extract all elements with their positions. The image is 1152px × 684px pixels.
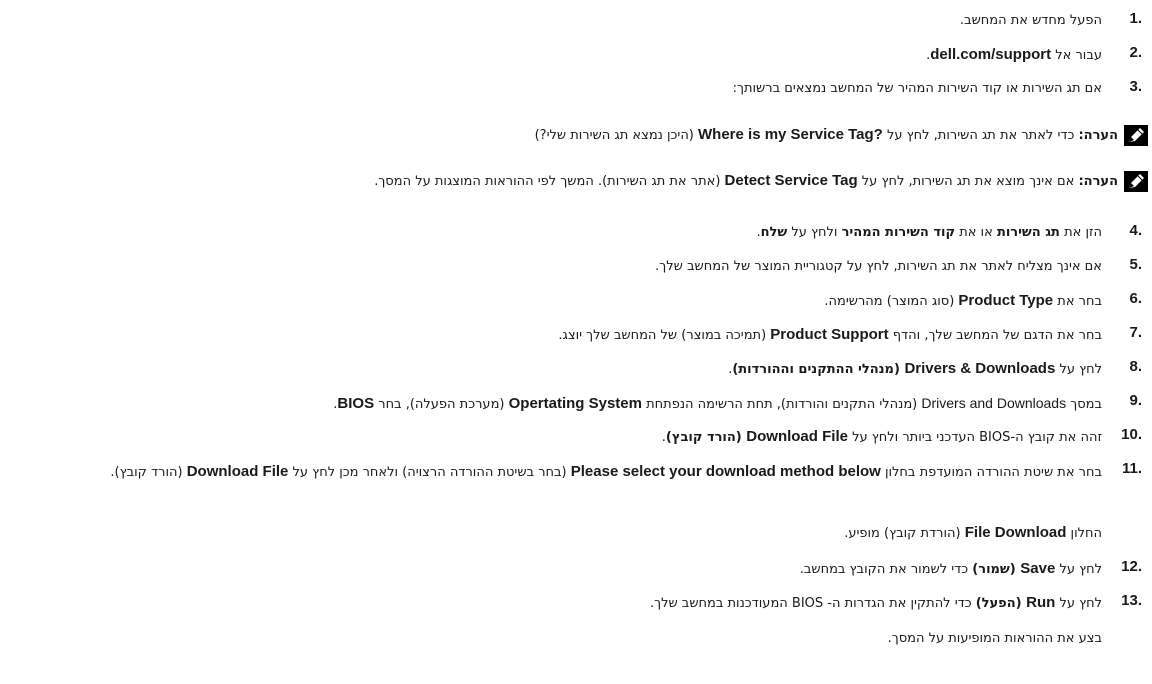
step-text: אם אינך מצליח לאתר את תג השירות, לחץ על … (655, 259, 1102, 274)
step-text: לחץ על Save (שמור) כדי לשמור את הקובץ במ… (4, 558, 1102, 581)
step-number: 12. (1121, 558, 1142, 575)
drivers-and-downloads-term: Drivers and Downloads (921, 395, 1067, 411)
step-number: 10. (1121, 426, 1142, 443)
text-part: (מערכת הפעלה), בחר (374, 397, 509, 412)
text-part: (סוג המוצר) מהרשימה. (824, 294, 959, 309)
text-part: כדי לשמור את הקובץ במחשב. (799, 562, 973, 577)
step-number: 9. (1129, 392, 1142, 409)
text-part: (אתר את תג השירות). המשך לפי ההוראות המו… (374, 174, 725, 189)
step-text: הפעל מחדש את המחשב. (959, 13, 1102, 28)
where-service-tag-link[interactable]: Where is my Service Tag? (698, 126, 883, 143)
document-page: 1. הפעל מחדש את המחשב. 2. עבור אל dell.c… (0, 0, 1152, 684)
step-text: לחץ על Drivers & Downloads (מנהלי ההתקני… (4, 358, 1102, 381)
step-text: במסך Drivers and Downloads (מנהלי התקנים… (4, 392, 1102, 416)
text-part: כדי להתקין את הגדרות ה- BIOS המעודכנות ב… (649, 596, 976, 611)
text-part: לחץ על (1055, 362, 1102, 377)
step-number: 13. (1121, 592, 1142, 609)
step-number: 2. (1129, 44, 1142, 61)
text-part: (הורד קובץ). (110, 465, 187, 480)
pencil-note-icon (1124, 125, 1148, 146)
text-part: לחץ על (1055, 562, 1102, 577)
detect-service-tag-link[interactable]: Detect Service Tag (725, 172, 858, 189)
text-part: בחר את (1053, 294, 1102, 309)
step-text: הזן את תג השירות או את קוד השירות המהיר … (4, 222, 1102, 244)
text-part: (הורד קובץ) (665, 430, 747, 445)
step-text: זהה את קובץ ה-BIOS העדכני ביותר ולחץ על … (4, 426, 1102, 449)
download-method-term: Please select your download method below (570, 463, 881, 480)
text-part: הזן את (1059, 225, 1102, 240)
download-file-term: Download File (186, 463, 289, 480)
text-part: (היכן נמצא תג השירות שלי?) (534, 128, 699, 143)
note-text: הערה: אם אינך מוצא את תג השירות, לחץ על … (4, 170, 1118, 193)
text-part: כדי לאתר את תג השירות, לחץ על (882, 128, 1079, 143)
step-number: 8. (1129, 358, 1142, 375)
text-part: (הורדת קובץ) מופיע. (844, 526, 965, 541)
step-number: 7. (1129, 324, 1142, 341)
note-label: הערה: (1078, 128, 1118, 143)
text-part: ולחץ על (787, 225, 842, 240)
step-text: לחץ על Run (הפעל) כדי להתקין את הגדרות ה… (4, 592, 1102, 615)
submit-term: שלח (760, 225, 788, 240)
step-number: 3. (1129, 78, 1142, 95)
product-type-term: Product Type (958, 292, 1054, 309)
text-part: בחר את שיטת ההורדה המועדפת בחלון (880, 465, 1102, 480)
text-part: לחץ על (1055, 596, 1102, 611)
step-text: בחר את הדגם של המחשב שלך, והדף Product S… (4, 324, 1102, 347)
note-text: הערה: כדי לאתר את תג השירות, לחץ על Wher… (4, 124, 1118, 147)
bios-term: BIOS (337, 395, 375, 412)
step-number: 5. (1129, 256, 1142, 273)
text-part: (הפעל) (975, 596, 1027, 611)
step-number: 6. (1129, 290, 1142, 307)
text-part: בחר את הדגם של המחשב שלך, והדף (888, 328, 1102, 343)
step-text: החלון File Download (הורדת קובץ) מופיע. (4, 522, 1102, 545)
text-part: (תמיכה במוצר) של המחשב שלך יוצג. (558, 328, 771, 343)
text-part: החלון (1066, 526, 1102, 541)
file-download-term: File Download (964, 524, 1067, 541)
step-11: 11. בחר את שיטת ההורדה המועדפת בחלון Ple… (0, 460, 1152, 510)
step-number: 4. (1129, 222, 1142, 239)
download-file-term: Download File (746, 428, 848, 445)
step-number: 1. (1129, 10, 1142, 27)
text-part: עבור אל (1051, 48, 1102, 63)
express-code-term: קוד השירות המהיר (841, 225, 956, 240)
support-link[interactable]: dell.com/support (930, 46, 1051, 63)
text-part: אם אינך מוצא את תג השירות, לחץ על (857, 174, 1079, 189)
text-part: במסך (1066, 397, 1102, 412)
text-part: (מנהלי ההתקנים וההורדות) (732, 362, 905, 377)
operating-system-term: Opertating System (508, 395, 642, 412)
text-part: (מנהלי התקנים והורדות), תחת הרשימה הנפתח… (641, 397, 922, 412)
step-text: עבור אל dell.com/support. (4, 44, 1102, 67)
product-support-term: Product Support (770, 326, 889, 343)
text-part: (שמור) (972, 562, 1021, 577)
step-text: בצע את ההוראות המופיעות על המסך. (887, 631, 1102, 646)
save-term: Save (1020, 560, 1056, 577)
pencil-note-icon (1124, 171, 1148, 192)
step-number: 11. (1121, 460, 1142, 477)
text-part: (בחר בשיטת ההורדה הרצויה) ולאחר מכן לחץ … (288, 465, 571, 480)
run-term: Run (1026, 594, 1056, 611)
service-tag-term: תג השירות (996, 225, 1060, 240)
step-text: בחר את Product Type (סוג המוצר) מהרשימה. (4, 290, 1102, 313)
text-part: או את (955, 225, 997, 240)
step-text: אם תג השירות או קוד השירות המהיר של המחש… (732, 81, 1102, 96)
text-part: זהה את קובץ ה-BIOS העדכני ביותר ולחץ על (847, 430, 1102, 445)
step-text: בחר את שיטת ההורדה המועדפת בחלון Please … (4, 460, 1102, 485)
drivers-downloads-term: Drivers & Downloads (904, 360, 1056, 377)
note-label: הערה: (1078, 174, 1118, 189)
